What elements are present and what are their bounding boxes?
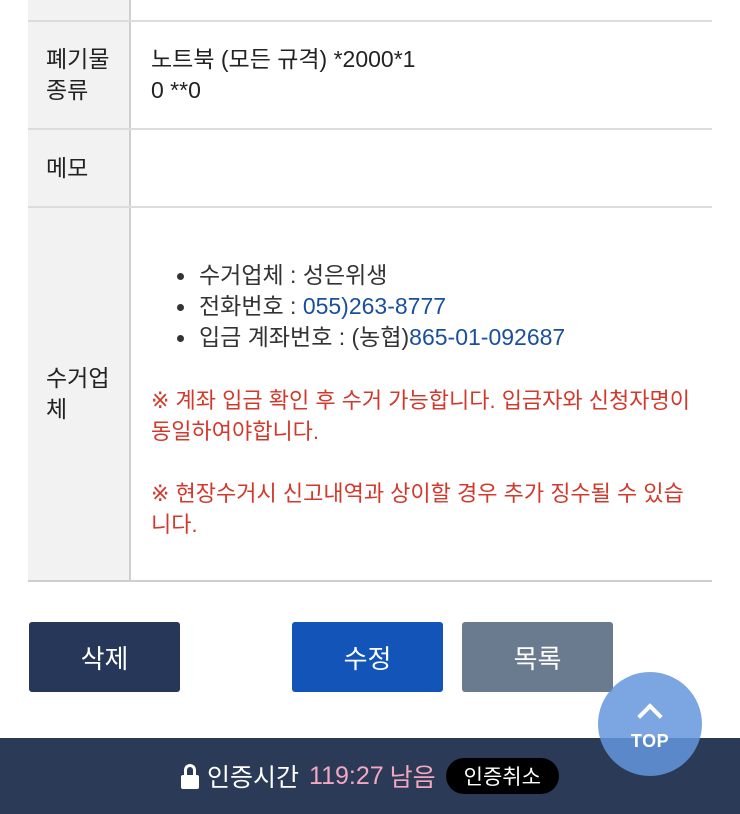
table-row-memo: 메모: [28, 130, 712, 208]
waste-type-value-line2: 0 **0: [151, 77, 201, 103]
company-label-line1: 수거업: [46, 365, 110, 391]
company-phone-item: 전화번호 : 055)263-8777: [176, 291, 565, 322]
company-name-label: 수거업체 :: [199, 262, 303, 288]
table-row-top: [28, 0, 712, 22]
company-phone-value[interactable]: 055)263-8777: [303, 293, 446, 319]
table-row-company: 수거업 체 수거업체 : 성은위생 전화번호 : 055)263-8777 입금…: [28, 208, 712, 582]
table-header-cell: [28, 0, 131, 20]
delete-button[interactable]: 삭제: [29, 622, 180, 692]
waste-type-label-line1: 폐기물: [46, 46, 110, 72]
waste-type-value: 노트북 (모든 규격) *2000*1 0 **0: [131, 22, 712, 128]
company-label-line2: 체: [46, 396, 68, 422]
waste-type-label: 폐기물 종류: [28, 22, 131, 128]
auth-time-label: 인증시간: [207, 764, 300, 792]
payment-notice: ※ 계좌 입금 확인 후 수거 가능합니다. 입금자와 신청자명이 동일하여야합…: [151, 388, 690, 444]
company-account-label: 입금 계좌번호 : (농협): [199, 324, 410, 350]
auth-time-value: 119:27: [309, 761, 384, 790]
table-value-cell: [131, 0, 712, 20]
company-phone-label: 전화번호 :: [199, 293, 303, 319]
onsite-notice: ※ 현장수거시 신고내역과 상이할 경우 추가 징수될 수 있습니다.: [151, 481, 684, 537]
memo-value: [131, 130, 712, 206]
company-name-item: 수거업체 : 성은위생: [176, 260, 565, 291]
waste-type-label-line2: 종류: [46, 77, 89, 103]
memo-label: 메모: [28, 130, 131, 206]
top-label: TOP: [630, 730, 670, 751]
auth-cancel-button[interactable]: 인증취소: [445, 758, 559, 794]
scroll-top-button[interactable]: TOP: [598, 672, 702, 776]
detail-table: 폐기물 종류 노트북 (모든 규격) *2000*1 0 **0 메모 수거업 …: [28, 0, 712, 582]
chevron-up-icon: [637, 702, 663, 729]
company-info-list: 수거업체 : 성은위생 전화번호 : 055)263-8777 입금 계좌번호 …: [151, 260, 565, 353]
auth-remain-label: 남음: [389, 764, 436, 792]
company-label: 수거업 체: [28, 208, 131, 580]
company-name-value: 성은위생: [302, 262, 388, 288]
waste-type-value-line1: 노트북 (모든 규격) *2000*1: [151, 46, 416, 72]
list-button[interactable]: 목록: [462, 622, 613, 692]
table-row-waste-type: 폐기물 종류 노트북 (모든 규격) *2000*1 0 **0: [28, 22, 712, 130]
company-account-value: 865-01-092687: [409, 324, 566, 350]
lock-icon: [181, 764, 200, 790]
edit-button[interactable]: 수정: [292, 622, 443, 692]
company-account-item: 입금 계좌번호 : (농협)865-01-092687: [176, 322, 566, 353]
company-value: 수거업체 : 성은위생 전화번호 : 055)263-8777 입금 계좌번호 …: [131, 208, 712, 580]
